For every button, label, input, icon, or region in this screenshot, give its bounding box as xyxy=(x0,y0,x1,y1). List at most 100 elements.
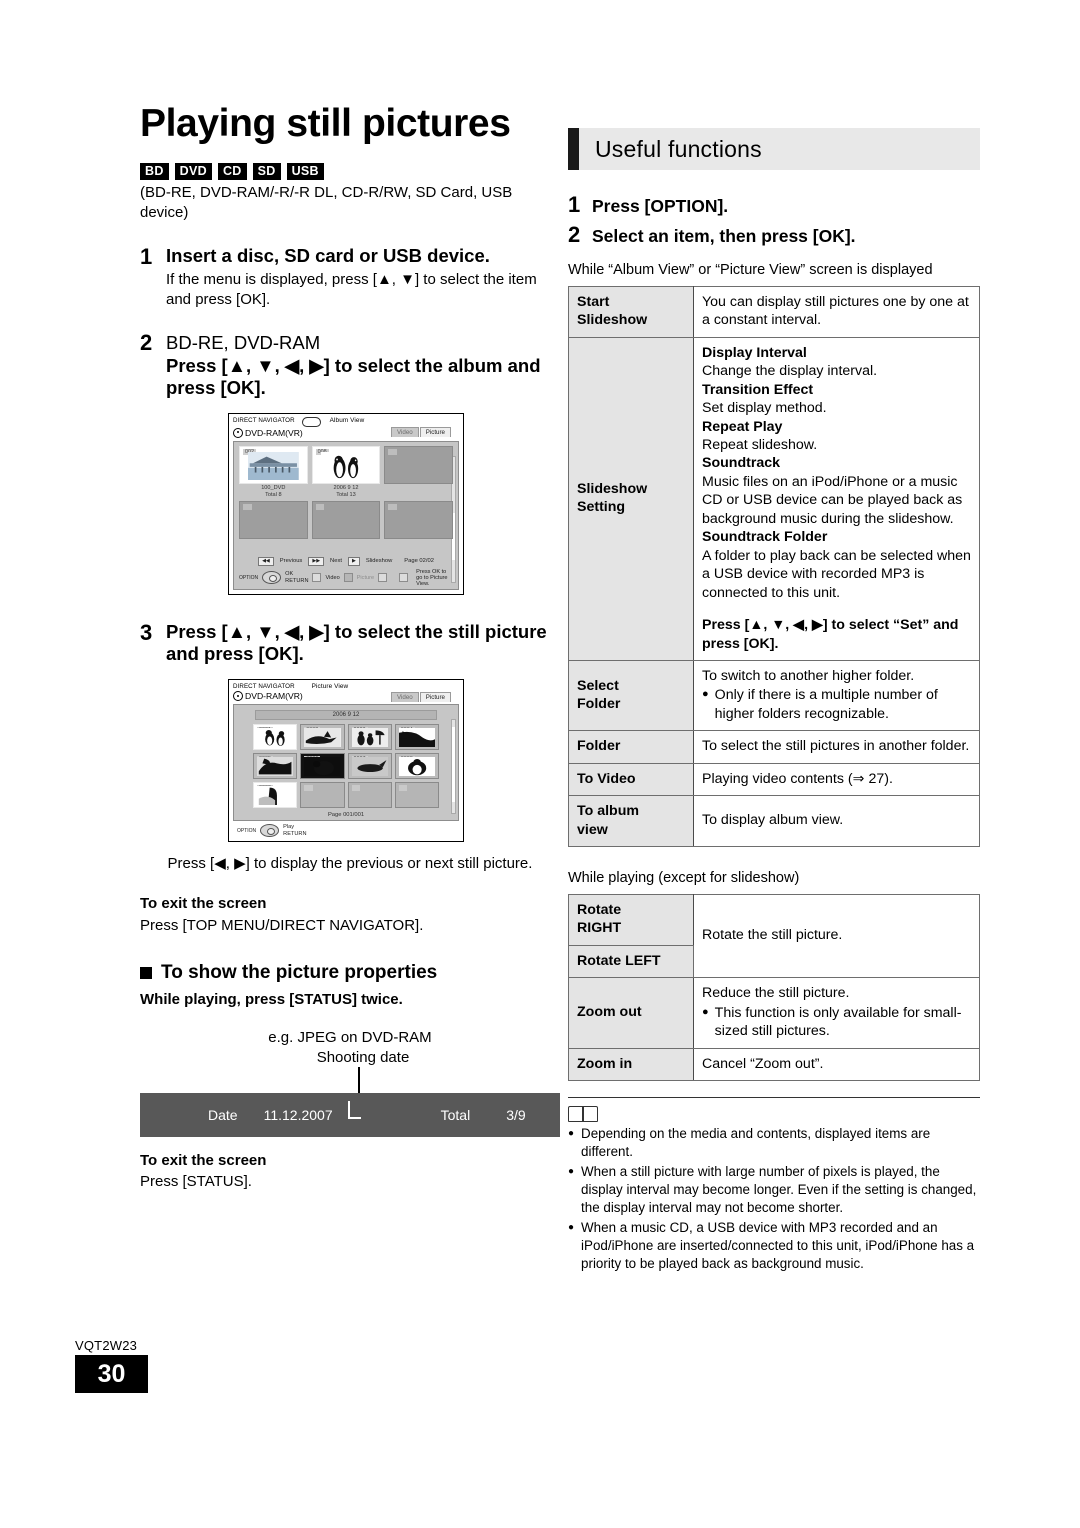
album-shot-disc-label: DVD-RAM(VR) xyxy=(245,427,303,438)
disc-icon xyxy=(233,691,243,701)
picture-thumb-4-image xyxy=(398,728,435,747)
folder-desc: To select the still pictures in another … xyxy=(702,738,970,755)
picture-thumbnail-4[interactable]: 0004 xyxy=(394,724,439,750)
album-thumbnail-1[interactable]: 002 xyxy=(239,445,308,484)
album-thumb-1-caption: 100_DVD Total 8 xyxy=(261,484,286,498)
bullet-dot-icon: ● xyxy=(702,1005,709,1018)
row-value-folder: To select the still pictures in another … xyxy=(693,730,980,764)
picture-thumbnail-9[interactable]: 0009 xyxy=(253,782,298,808)
right-step-2-text: Select an item, then press [OK]. xyxy=(592,226,856,246)
video-button-icon[interactable] xyxy=(312,573,322,583)
right-step-1: 1 Press [OPTION]. xyxy=(568,192,980,218)
soundtrack-folder-desc: A folder to play back can be selected wh… xyxy=(702,547,971,601)
album-option-label: OPTION xyxy=(239,574,259,581)
picture-thumbnail-1[interactable]: 0001 xyxy=(253,724,298,750)
album-thumbnail-5[interactable] xyxy=(311,500,381,539)
open-book-icon xyxy=(568,1106,598,1123)
row-value-to-album-view: To display album view. xyxy=(693,795,980,848)
picture-button-icon[interactable] xyxy=(343,573,353,583)
right-step-1-number: 1 xyxy=(568,192,581,217)
picture-thumbnail-12[interactable] xyxy=(394,782,439,808)
album-thumbnail-4[interactable] xyxy=(239,500,308,539)
manual-page: Playing still pictures BD DVD CD SD USB … xyxy=(0,0,1080,1528)
row-key-to-album-view: To album view xyxy=(568,795,694,848)
header-accent-bar xyxy=(568,128,579,170)
row-value-select-folder: To switch to another higher folder. ● On… xyxy=(693,659,980,732)
picture-shot-disc-label: DVD-RAM(VR) xyxy=(245,691,303,701)
album-item[interactable] xyxy=(384,500,453,552)
extra-button-1-icon[interactable] xyxy=(378,573,388,583)
right-step-2: 2 Select an item, then press [OK]. xyxy=(568,222,980,248)
album-return-label: RETURN xyxy=(285,577,309,584)
play-icon[interactable]: ▶ xyxy=(347,556,360,566)
picture-thumbnail-11[interactable] xyxy=(347,782,392,808)
picture-thumbnail-10[interactable] xyxy=(300,782,345,808)
album-thumb-1-image xyxy=(248,451,299,480)
picture-thumb-1-image xyxy=(257,728,294,747)
picture-scrollbar[interactable] xyxy=(451,719,456,814)
step-1-heading: Insert a disc, SD card or USB device. xyxy=(166,245,490,267)
picture-thumbnail-5[interactable]: 0005 xyxy=(253,753,298,779)
zoom-out-desc: Reduce the still picture. xyxy=(702,985,850,1002)
list-item: ● When a music CD, a USB device with MP3… xyxy=(568,1219,980,1273)
album-page-indicator: Page 02/02 xyxy=(404,558,434,565)
page-title: Playing still pictures xyxy=(140,102,511,145)
callout-elbow xyxy=(348,1101,361,1119)
album-thumbnail-2[interactable]: 008 xyxy=(311,445,381,484)
album-shot-bottom-controls: OPTION OK RETURN Video Picture Press OK … xyxy=(239,569,453,587)
option-table-while-playing: Rotate RIGHT Rotate the still picture. R… xyxy=(568,894,980,1082)
media-badge-bd: BD xyxy=(140,162,169,181)
picture-option-label: OPTION xyxy=(237,827,257,834)
extra-button-2-icon[interactable] xyxy=(399,573,409,583)
dpad-icon[interactable] xyxy=(262,571,282,585)
table-row: Zoom in Cancel “Zoom out”. xyxy=(568,1047,980,1082)
picture-thumbnail-3[interactable]: 0003 xyxy=(347,724,392,750)
picture-thumbnail-2[interactable]: 0002 xyxy=(300,724,345,750)
select-folder-desc: To switch to another higher folder. xyxy=(702,668,915,684)
picture-thumbnail-7[interactable]: 0007 xyxy=(347,753,392,779)
picture-tab-video[interactable]: Video xyxy=(391,692,419,702)
bullet-dot-icon: ● xyxy=(568,1128,575,1140)
step-3-number: 3 xyxy=(140,619,153,645)
album-item[interactable] xyxy=(384,445,453,497)
row-value-to-video: Playing video contents (⇒ 27). xyxy=(693,762,980,797)
album-tab-picture[interactable]: Picture xyxy=(419,426,451,437)
picture-thumb-2-image xyxy=(304,728,341,747)
right-step-2-number: 2 xyxy=(568,222,581,247)
document-code: VQT2W23 xyxy=(75,1338,138,1353)
album-thumbnail-6[interactable] xyxy=(384,500,453,539)
forward-icon[interactable]: ▶▶ xyxy=(308,556,325,566)
list-item: ● Depending on the media and contents, d… xyxy=(568,1125,980,1161)
album-item[interactable]: 002 xyxy=(239,445,308,498)
table-row: Zoom out Reduce the still picture. ● Thi… xyxy=(568,977,980,1049)
picture-properties-section: To show the picture properties xyxy=(140,962,560,984)
page-number: 30 xyxy=(75,1355,148,1393)
picture-tab-picture[interactable]: Picture xyxy=(419,692,451,702)
album-video-label: Video xyxy=(325,574,340,581)
soundtrack-desc: Music files on an iPod/iPhone or a music… xyxy=(702,473,963,527)
row-key-rotate-right: Rotate RIGHT xyxy=(568,894,694,946)
album-item[interactable] xyxy=(311,500,381,552)
row-key-folder: Folder xyxy=(568,730,694,764)
exit-screen-2-heading: To exit the screen xyxy=(140,1152,267,1169)
album-thumbnail-3[interactable] xyxy=(384,445,453,484)
album-item[interactable]: 008 xyxy=(311,445,381,498)
notes-list: ● Depending on the media and contents, d… xyxy=(568,1125,980,1273)
step-3: 3 Press [▲, ▼, ◀, ▶] to select the still… xyxy=(140,619,560,665)
media-badge-list: BD DVD CD SD USB xyxy=(140,162,560,181)
repeat-play-title: Repeat Play xyxy=(702,418,783,435)
rewind-icon[interactable]: ◀◀ xyxy=(258,556,274,566)
note-text: Depending on the media and contents, dis… xyxy=(581,1126,931,1160)
album-thumb-6-caption xyxy=(384,540,453,552)
picture-thumbnail-6[interactable]: 0006 xyxy=(300,753,345,779)
dpad-icon[interactable] xyxy=(260,824,280,837)
row-value-zoom-out: Reduce the still picture. ● This functio… xyxy=(693,977,980,1049)
album-view-screenshot: DIRECT NAVIGATOR Album View DVD-RAM(VR) … xyxy=(228,412,464,595)
slideshow-setting-footer: Press [▲, ▼, ◀, ▶] to select “Set” and p… xyxy=(702,617,959,652)
album-item[interactable] xyxy=(239,500,308,552)
album-shot-footer-controls: ◀◀ Previous ▶▶ Next ▶ Slideshow Page 02/… xyxy=(239,556,453,566)
note-text: When a still picture with large number o… xyxy=(581,1164,977,1215)
album-shot-direct-navigator-label: DIRECT NAVIGATOR xyxy=(233,416,295,424)
album-tab-video[interactable]: Video xyxy=(391,426,419,437)
picture-thumbnail-8[interactable]: 0008 xyxy=(394,753,439,779)
